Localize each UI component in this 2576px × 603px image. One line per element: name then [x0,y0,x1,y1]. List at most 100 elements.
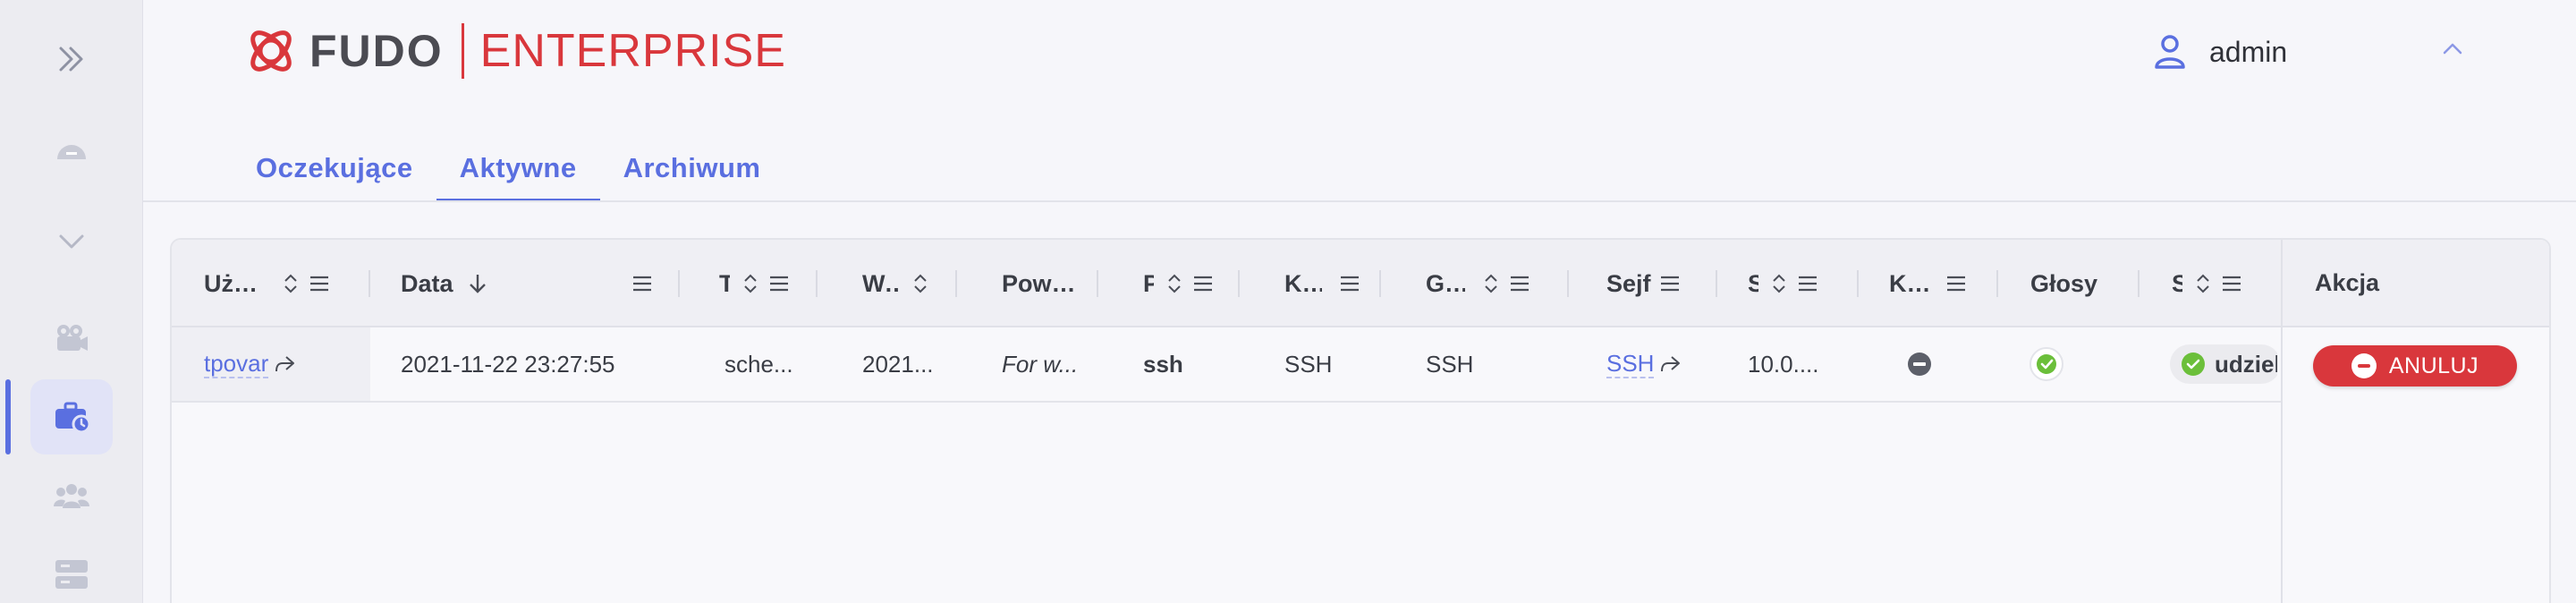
column-separator [2138,270,2140,297]
cancel-button-label: ANULUJ [2388,352,2479,378]
cell-date: 2021-11-22 23:27:55 [401,350,615,378]
column-menu-icon[interactable] [1193,275,1213,293]
sort-icon[interactable] [1166,273,1182,294]
cell-votes [2029,327,2118,401]
servers-icon [55,560,88,589]
column-separator [369,270,370,297]
column-separator [955,270,957,297]
column-header-user[interactable]: Użytkownik [204,240,354,327]
expand-sidebar-button[interactable] [30,21,113,97]
column-header-valid[interactable]: Ważne do [862,240,952,327]
brand-logo[interactable]: FUDO ENTERPRISE [243,20,786,82]
column-header-type[interactable]: Typ [719,240,800,327]
column-header-protocol[interactable]: Protokół [1143,240,1224,327]
users-icon [54,484,89,508]
user-menu[interactable]: admin [2154,29,2287,75]
user-icon [2155,35,2185,69]
column-header-status[interactable]: Status [2172,240,2270,327]
column-separator [678,270,680,297]
column-menu-icon[interactable] [1340,275,1360,293]
cell-status: udziel [2170,327,2277,401]
column-separator [1567,270,1569,297]
sort-icon[interactable] [2195,273,2211,294]
tabs: Oczekujące Aktywne Archiwum [233,134,784,202]
sidebar [0,0,143,603]
active-indicator [5,379,11,454]
table-header: Użytkownik Data Typ Ważne do Powód [172,240,2549,327]
column-header-source[interactable]: Serwer [1748,240,1855,327]
action-column: Akcja ANULUJ [2281,240,2549,603]
column-menu-icon[interactable] [1798,275,1818,293]
requests-table: Użytkownik Data Typ Ważne do Powód [170,238,2551,603]
sort-icon[interactable] [1483,273,1499,294]
tab-archive[interactable]: Archiwum [600,134,784,202]
dashboard-gauge-icon [57,145,86,159]
tabs-divider [143,200,2576,202]
status-badge: udziel [2170,344,2277,384]
safe-link[interactable]: SSH [1606,350,1655,378]
cell-user[interactable]: tpovar [204,327,365,401]
column-menu-icon[interactable] [769,275,789,293]
column-header-group[interactable]: Grupa [1426,240,1551,327]
cell-protocol: ssh [1143,350,1183,378]
column-header-account[interactable]: Konto [1284,240,1365,327]
sidebar-item-servers[interactable] [30,537,113,603]
cell-client [1907,327,1996,401]
sort-icon[interactable] [742,273,758,294]
column-header-votes[interactable]: Głosy [2030,240,2111,327]
cell-valid: 2021... [862,350,934,378]
column-menu-icon[interactable] [632,275,652,293]
status-text: udziel [2215,350,2277,378]
sort-icon[interactable] [912,273,928,294]
minus-circle-icon [1908,352,1931,376]
camera-sessions-icon [57,325,88,351]
fudo-logo-icon [250,30,292,72]
share-icon[interactable] [274,354,295,374]
column-separator [1857,270,1859,297]
chevron-up-icon[interactable] [2442,41,2463,55]
share-icon[interactable] [1659,354,1681,374]
column-menu-icon[interactable] [2222,275,2241,293]
column-separator [1238,270,1240,297]
check-circle-icon [2182,352,2205,376]
column-menu-icon[interactable] [1946,275,1966,293]
arrow-down-icon[interactable] [468,273,487,294]
cell-reason: For w... [1002,350,1079,378]
column-separator [1716,270,1717,297]
column-header-safe[interactable]: Sejf [1606,240,1705,327]
column-header-date[interactable]: Data [401,240,660,327]
tab-active[interactable]: Aktywne [436,134,600,202]
column-menu-icon[interactable] [309,275,329,293]
check-circle-icon [2029,347,2063,381]
column-header-client[interactable]: Klient [1889,240,1996,327]
sort-icon[interactable] [1771,273,1787,294]
brand-name: FUDO [309,26,444,76]
column-separator [1379,270,1381,297]
column-separator [1996,270,1998,297]
cell-group: SSH [1426,350,1474,378]
column-separator [1097,270,1098,297]
expand-double-chevron-icon [59,47,83,72]
cell-account: SSH [1284,350,1333,378]
cell-type: sche... [724,350,793,378]
sidebar-item-users[interactable] [30,458,113,533]
user-link[interactable]: tpovar [204,350,269,378]
column-menu-icon[interactable] [1510,275,1530,293]
column-menu-icon[interactable] [1660,275,1680,293]
tab-pending[interactable]: Oczekujące [233,134,436,202]
minus-circle-icon [2351,353,2377,378]
user-name: admin [2209,35,2288,68]
sidebar-collapse-toggle[interactable] [30,204,113,279]
brand-edition: ENTERPRISE [479,25,786,77]
table-row[interactable]: tpovar 2021-11-22 23:27:55 sche... 2021.… [172,327,2549,403]
chevron-down-icon [59,234,84,249]
column-header-action: Akcja [2283,240,2549,327]
cell-safe[interactable]: SSH [1606,327,1714,401]
cancel-button[interactable]: ANULUJ [2313,345,2517,386]
sidebar-item-dashboard[interactable] [30,111,113,186]
column-header-reason[interactable]: Powód [1002,240,1077,327]
sort-icon[interactable] [283,273,299,294]
briefcase-requests-icon [55,402,90,433]
sidebar-item-requests[interactable] [30,379,113,454]
sidebar-item-sessions[interactable] [30,301,113,376]
